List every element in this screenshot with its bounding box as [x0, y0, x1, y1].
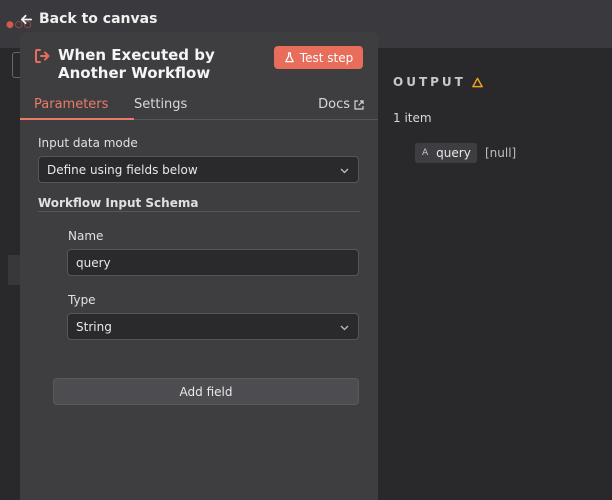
panel-header: When Executed by Another Workflow Test s…	[20, 32, 378, 88]
name-label: Name	[68, 229, 104, 243]
output-field-name: query	[436, 146, 471, 160]
test-step-label: Test step	[299, 50, 354, 65]
docs-label: Docs	[318, 97, 350, 112]
name-input-value: query	[76, 256, 111, 270]
chevron-down-icon	[340, 168, 349, 174]
node-title: When Executed by Another Workflow	[58, 46, 215, 82]
test-step-button[interactable]: Test step	[274, 46, 363, 69]
type-select[interactable]: String	[67, 313, 359, 340]
output-item-count: 1 item	[393, 111, 432, 125]
section-divider	[38, 211, 360, 212]
arrow-left-icon	[20, 14, 33, 24]
add-field-button[interactable]: Add field	[53, 378, 359, 405]
tab-settings[interactable]: Settings	[134, 97, 187, 112]
sign-in-arrow-icon	[35, 49, 50, 63]
type-label: Type	[68, 293, 96, 307]
input-data-mode-value: Define using fields below	[47, 163, 198, 177]
input-data-mode-label: Input data mode	[38, 136, 138, 150]
node-parameters-panel: When Executed by Another Workflow Test s…	[20, 32, 378, 500]
output-field-pill[interactable]: A query	[415, 143, 477, 163]
input-data-mode-select[interactable]: Define using fields below	[38, 156, 359, 183]
active-tab-indicator	[20, 118, 134, 120]
warning-triangle-icon	[472, 77, 483, 87]
external-link-icon	[354, 99, 364, 110]
output-title: OUTPUT	[393, 75, 483, 89]
docs-link[interactable]: Docs	[318, 97, 364, 112]
type-select-value: String	[76, 320, 112, 334]
workflow-input-schema-title: Workflow Input Schema	[38, 196, 199, 210]
string-type-badge: A	[422, 148, 429, 158]
chevron-down-icon	[340, 325, 349, 331]
name-input[interactable]: query	[67, 249, 359, 276]
tab-parameters[interactable]: Parameters	[34, 97, 108, 112]
output-field-value: [null]	[485, 146, 517, 160]
canvas-node-edge	[8, 255, 20, 285]
back-to-canvas-link[interactable]: Back to canvas	[20, 11, 157, 27]
flask-icon	[284, 52, 294, 63]
output-title-label: OUTPUT	[393, 75, 466, 89]
panel-tabs: Parameters Settings Docs	[20, 92, 378, 120]
back-to-canvas-label: Back to canvas	[39, 11, 158, 27]
